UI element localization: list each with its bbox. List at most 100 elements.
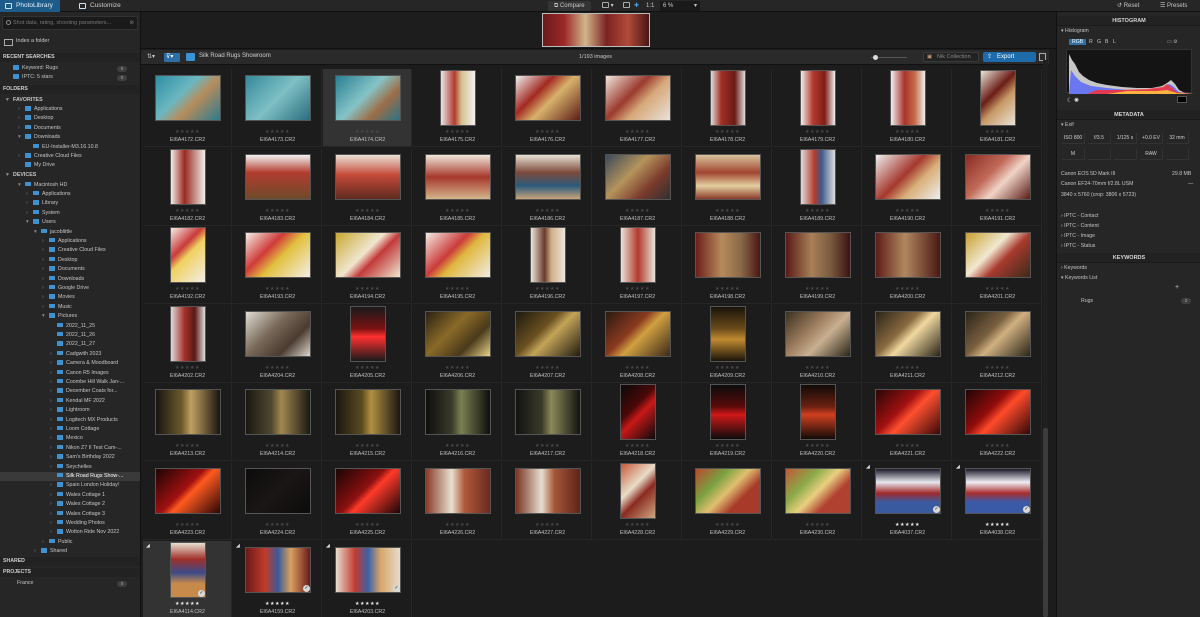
star-rating[interactable]: ★★★★★ [233,365,322,371]
sidebar-item-favorite[interactable]: ▾ Downloads [0,133,140,142]
star-rating[interactable]: ★★★★★ [143,129,232,135]
star-rating[interactable]: ★★★★★ [323,601,412,607]
chevron-right-icon[interactable]: › [18,124,25,133]
sidebar-item-folder[interactable]: 2022_11_26 [0,331,140,340]
sidebar-item-folder[interactable]: › Lightroom [0,406,140,415]
export-button[interactable]: ⇪ Export [983,52,1036,62]
scrollbar-thumb[interactable] [1043,428,1048,617]
sidebar-item-folder[interactable]: Silk Road Rugs Show-... [0,471,140,482]
chevron-right-icon[interactable]: › [50,481,57,490]
preview-thumbnail[interactable] [542,13,650,47]
star-rating[interactable]: ★★★★★ [683,443,772,449]
thumbnail-cell[interactable]: ★★★★★ EI6A4175.CR2 [413,69,502,147]
star-rating[interactable]: ★★★★★ [863,129,952,135]
thumbnail-cell[interactable]: ★★★★★ EI6A4211.CR2 [863,304,952,383]
thumbnail-cell[interactable]: ★★★★★ EI6A4224.CR2 [233,462,322,540]
star-rating[interactable]: ★★★★★ [143,522,232,528]
selected-check-icon[interactable]: ✓ [933,506,940,513]
chevron-right-icon[interactable]: › [50,416,57,425]
thumbnail-image[interactable] [515,75,581,121]
thumbnail-cell[interactable]: ★★★★★ EI6A4228.CR2 [593,462,682,540]
star-rating[interactable]: ★★★★★ [863,365,952,371]
thumbnail-image[interactable] [245,153,311,200]
chevron-right-icon[interactable]: › [50,519,57,528]
view-mode-button[interactable]: ▾ [602,1,614,11]
sidebar-item-folder[interactable]: ▾ Pictures [0,312,140,321]
sidebar-item-folder[interactable]: › Logitech MX Products [0,416,140,425]
selected-check-icon[interactable]: ✓ [1023,506,1030,513]
thumbnail-image[interactable] [785,310,851,357]
chevron-right-icon[interactable]: › [18,152,25,161]
thumbnail-cell[interactable]: ★★★★★ EI6A4189.CR2 [773,147,862,226]
chevron-right-icon[interactable]: › [50,444,57,453]
tab-photolibrary[interactable]: PhotoLibrary [0,0,60,12]
sidebar-item-folder[interactable]: › Nikon Z7 II Test Cam-... [0,444,140,453]
sidebar-item-folder[interactable]: › Loom Cottage [0,425,140,434]
chevron-right-icon[interactable]: › [50,491,57,500]
thumbnail-image[interactable] [800,70,836,126]
chevron-right-icon[interactable]: › [50,500,57,509]
chevron-right-icon[interactable]: › [18,114,25,123]
thumbnail-image[interactable] [245,468,311,514]
thumbnail-image[interactable] [620,227,656,284]
chevron-right-icon[interactable]: › [42,275,49,284]
chevron-right-icon[interactable]: › [50,463,57,472]
thumbnail-image[interactable] [245,75,311,121]
iptc-section-toggle[interactable]: › IPTC - Contact [1061,213,1098,219]
thumbnail-image[interactable] [170,148,206,205]
star-rating[interactable]: ★★★★★ [953,129,1042,135]
star-rating[interactable]: ★★★★★ [593,129,682,135]
star-rating[interactable]: ★★★★★ [143,208,232,214]
sidebar-item-folder[interactable]: › Documents [0,265,140,274]
thumbnail-cell[interactable]: ★★★★★ EI6A4230.CR2 [773,462,862,540]
star-rating[interactable]: ★★★★★ [863,208,952,214]
devices-section[interactable]: ▾ DEVICES [0,171,140,180]
star-rating[interactable]: ★★★★★ [503,208,592,214]
star-rating[interactable]: ★★★★★ [323,208,412,214]
thumbnail-cell[interactable]: ★★★★★ EI6A4203.CR2 ✓ ◢ [323,540,412,617]
thumbnail-image[interactable] [965,153,1031,200]
thumbnail-image[interactable] [515,389,581,436]
thumbnail-image[interactable] [800,384,836,441]
star-rating[interactable]: ★★★★★ [773,365,862,371]
sidebar-item-folder[interactable]: › Applications [0,190,140,199]
sidebar-item-folder[interactable]: › Movies [0,293,140,302]
thumbnail-cell[interactable]: ★★★★★ EI6A4200.CR2 [863,226,952,305]
thumbnail-image[interactable] [335,468,401,514]
chevron-right-icon[interactable]: › [50,510,57,519]
chevron-right-icon[interactable]: › [50,350,57,359]
star-rating[interactable]: ★★★★★ [143,601,232,607]
chevron-right-icon[interactable]: › [50,378,57,387]
selected-check-icon[interactable]: ✓ [393,584,400,592]
chevron-right-icon[interactable]: › [26,199,33,208]
chevron-right-icon[interactable]: › [18,105,25,114]
thumbnail-image[interactable] [875,310,941,357]
thumbnail-image[interactable] [170,305,206,362]
thumbnail-image[interactable] [875,232,941,279]
iptc-section-toggle[interactable]: › IPTC - Image [1061,233,1095,239]
star-rating[interactable]: ★★★★★ [953,286,1042,292]
sidebar-item-folder[interactable]: 2022_11_25 [0,322,140,331]
chevron-down-icon[interactable]: ▾ [18,181,25,190]
star-rating[interactable]: ★★★★★ [773,286,862,292]
thumbnail-image[interactable] [425,389,491,436]
thumbnail-cell[interactable]: ★★★★★ EI6A4197.CR2 [593,226,682,305]
recent-search-item[interactable]: Keyword: Rugs 0 [0,64,140,73]
sidebar-item-folder[interactable]: › Wales Cottage 3 [0,510,140,519]
thumbnail-image[interactable] [980,70,1016,126]
thumbnail-image[interactable] [155,75,221,121]
star-rating[interactable]: ★★★★★ [683,286,772,292]
channel-button[interactable]: B [1105,39,1108,45]
chevron-right-icon[interactable]: › [50,453,57,462]
sidebar-item-folder[interactable]: › Sam's Birthday 2022 [0,453,140,462]
project-item[interactable]: France 0 [0,579,140,588]
chevron-right-icon[interactable]: › [50,369,57,378]
thumbnail-image[interactable] [875,389,941,436]
thumbnail-cell[interactable]: ★★★★★ EI6A4114.CR2 ✓ ◢ [143,540,232,617]
star-rating[interactable]: ★★★★★ [323,286,412,292]
thumbnail-cell[interactable]: ★★★★★ EI6A4212.CR2 [953,304,1042,383]
keyword-item[interactable]: Rugs [1081,298,1093,304]
chevron-down-icon[interactable]: ▾ [18,133,25,142]
chevron-right-icon[interactable]: › [42,303,49,312]
thumbnail-cell[interactable]: ★★★★★ EI6A4182.CR2 [143,147,232,226]
